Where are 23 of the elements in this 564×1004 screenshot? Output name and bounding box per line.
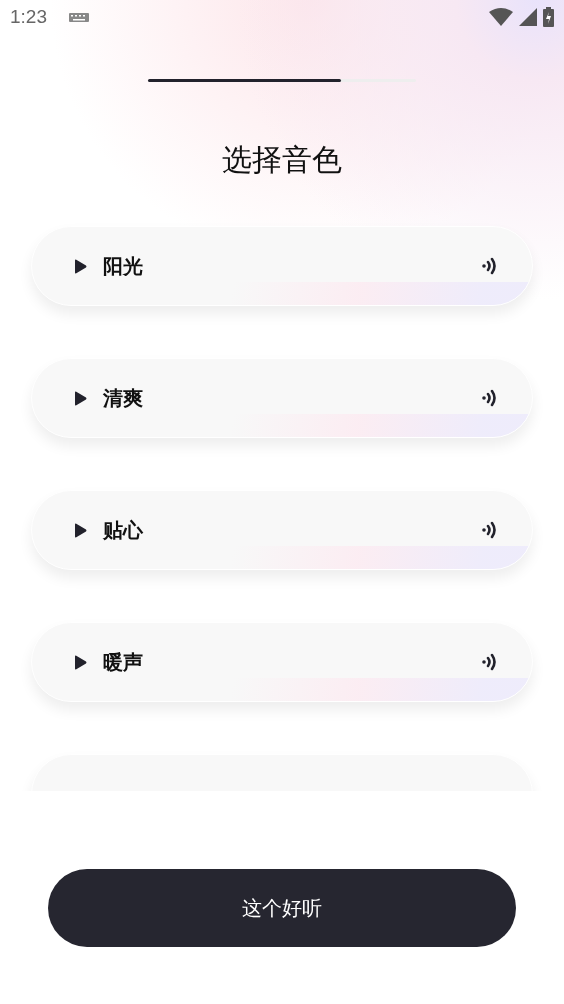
voice-option[interactable]: 阳光 bbox=[31, 226, 533, 306]
signal-icon bbox=[519, 8, 537, 26]
play-icon bbox=[74, 654, 87, 670]
voice-option[interactable]: 贴心 bbox=[31, 490, 533, 570]
status-time: 1:23 bbox=[10, 6, 47, 28]
wifi-icon bbox=[489, 8, 513, 26]
voice-name: 暖声 bbox=[103, 648, 143, 676]
voice-option[interactable]: 清爽 bbox=[31, 358, 533, 438]
speaker-wave-icon bbox=[482, 388, 498, 408]
voice-name: 阳光 bbox=[103, 252, 143, 280]
play-icon bbox=[74, 258, 87, 274]
play-icon bbox=[74, 390, 87, 406]
speaker-wave-icon bbox=[482, 652, 498, 672]
page-title: 选择音色 bbox=[221, 141, 343, 179]
voice-name: 贴心 bbox=[103, 516, 143, 544]
voice-name: 清爽 bbox=[103, 384, 143, 412]
battery-icon bbox=[543, 7, 554, 27]
voice-option[interactable]: 暖声 bbox=[31, 622, 533, 702]
speaker-wave-icon bbox=[482, 256, 498, 276]
confirm-button[interactable]: 这个好听 bbox=[48, 869, 516, 947]
play-icon bbox=[74, 522, 87, 538]
keyboard-icon bbox=[69, 11, 89, 23]
speaker-wave-icon bbox=[482, 520, 498, 540]
